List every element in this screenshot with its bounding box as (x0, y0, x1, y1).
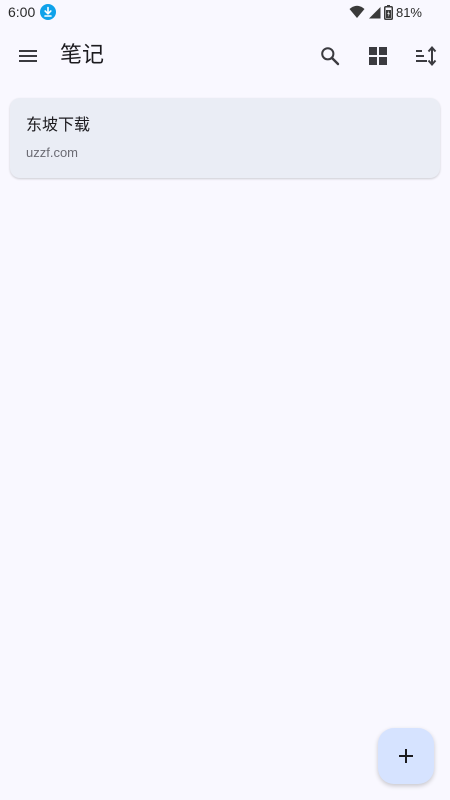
signal-icon (368, 6, 381, 19)
wifi-icon (349, 5, 365, 19)
note-body: uzzf.com (26, 145, 79, 160)
status-indicators: 81% (349, 4, 422, 20)
sort-icon[interactable] (414, 44, 438, 68)
add-note-button[interactable] (378, 728, 434, 784)
menu-icon[interactable] (16, 44, 40, 68)
note-card[interactable]: 东坡下载 uzzf.com (10, 98, 440, 178)
status-time: 6:00 (8, 4, 36, 20)
grid-view-icon[interactable] (366, 44, 390, 68)
app-bar: 笔记 (0, 28, 450, 84)
battery-percentage: 81% (395, 4, 422, 20)
battery-icon (383, 4, 393, 20)
page-title: 笔记 (60, 43, 105, 68)
search-icon[interactable] (318, 44, 342, 68)
plus-icon (399, 749, 413, 763)
note-title: 东坡下载 (26, 115, 91, 134)
status-bar: 6:00 81% (0, 0, 450, 24)
download-icon (40, 4, 56, 20)
